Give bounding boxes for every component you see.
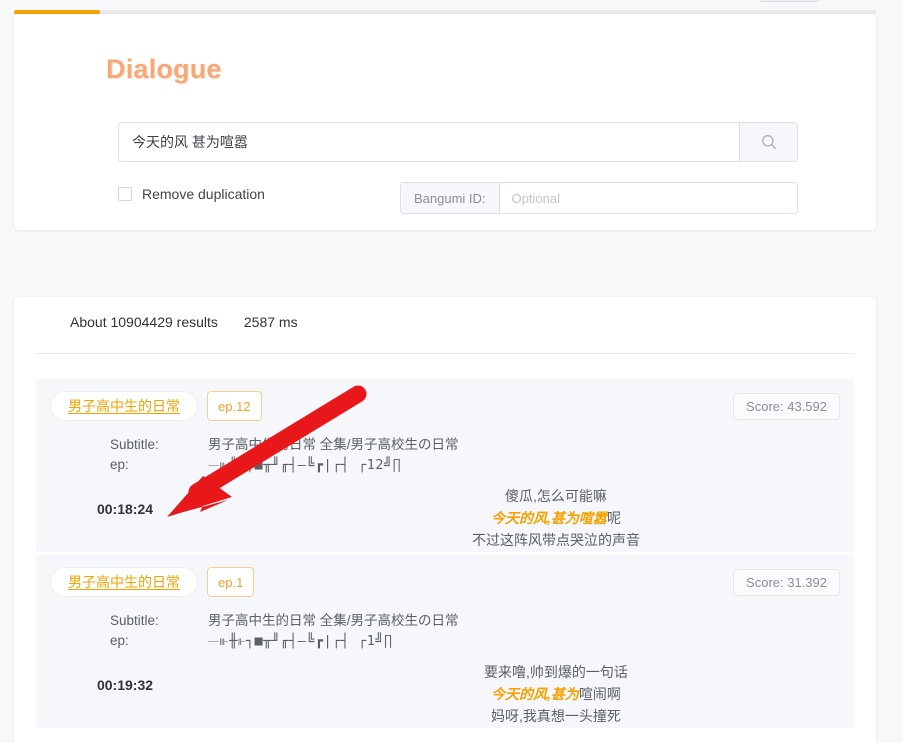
result-title-pill[interactable]: 男子高中生的日常: [50, 567, 198, 597]
result-item[interactable]: 男子高中生的日常 ep.1 Score: 31.392 Subtitle: ep…: [36, 555, 854, 728]
result-header: 男子高中生的日常 ep.12: [50, 391, 262, 421]
meta-key-subtitle: Subtitle:: [110, 613, 159, 628]
dialogue-highlight-tail: 呢: [606, 510, 621, 526]
search-options: Remove duplication Bangumi ID:: [118, 182, 798, 214]
dialogue-highlight-tail: 喧闹啊: [578, 686, 621, 702]
dialogue-line-match: 今天的风,甚为喧嚣呢: [406, 507, 706, 529]
dialogue-line-after: 妈呀,我真想一头撞死: [491, 708, 621, 724]
results-time: 2587 ms: [243, 314, 298, 330]
result-timecode[interactable]: 00:18:24: [50, 501, 200, 517]
meta-value-subtitle: 男子高中生的日常 全集/男子高校生の日常: [208, 437, 459, 452]
result-title-link[interactable]: 男子高中生的日常: [68, 396, 180, 416]
app-root: Dialogue Remove duplication Bangumi ID:: [0, 0, 903, 743]
dialogue-highlight: 今天的风,甚为喧嚣: [491, 510, 607, 526]
search-button[interactable]: [739, 123, 797, 161]
results-panel: About 10904429 results 2587 ms 男子高中生的日常 …: [14, 297, 876, 743]
dialogue-line-after: 不过这阵风带点哭泣的声音: [472, 532, 640, 548]
score-badge: Score: 31.392: [733, 569, 840, 596]
bangumi-id-group: Bangumi ID:: [400, 182, 798, 214]
search-panel: Dialogue Remove duplication Bangumi ID:: [14, 14, 876, 230]
dialogue-highlight: 今天的风,甚为: [491, 686, 579, 702]
dialogue-line-match: 今天的风,甚为喧闹啊: [406, 683, 706, 705]
page-title: Dialogue: [106, 54, 222, 84]
result-timecode[interactable]: 00:19:32: [50, 677, 200, 693]
dialogue-line-before: 傻瓜,怎么可能嘛: [505, 488, 607, 504]
result-title-link[interactable]: 男子高中生的日常: [68, 572, 180, 592]
meta-value-ep: ⏤⊪╫⊩┐■╥╜╓┤—╚┏|┌┤ ┌12╝∏: [208, 457, 402, 473]
toolbar-button[interactable]: [759, 0, 819, 2]
score-badge: Score: 43.592: [733, 393, 840, 420]
episode-badge: ep.1: [207, 567, 255, 597]
result-meta: Subtitle: ep: 男子高中生的日常 全集/男子高校生の日常 ⏤⊪╫⊩┐…: [110, 611, 459, 651]
dialogue-line-before: 要来噜,帅到爆的一句话: [484, 664, 628, 680]
result-header: 男子高中生的日常 ep.1: [50, 567, 255, 597]
bangumi-id-input[interactable]: [499, 183, 797, 213]
checkbox-box[interactable]: [118, 187, 132, 201]
result-meta: Subtitle: ep: 男子高中生的日常 全集/男子高校生の日常 ⏤⊪╫⊩┐…: [110, 435, 459, 475]
results-count: About 10904429 results: [70, 314, 218, 330]
search-bar: [118, 122, 798, 162]
episode-badge: ep.12: [207, 391, 262, 421]
remove-duplication-checkbox[interactable]: Remove duplication: [118, 186, 265, 202]
meta-key-ep: ep:: [110, 457, 129, 472]
meta-value-subtitle: 男子高中生的日常 全集/男子高校生の日常: [208, 613, 459, 628]
meta-key-subtitle: Subtitle:: [110, 437, 159, 452]
result-item[interactable]: 男子高中生的日常 ep.12 Score: 43.592 Subtitle: e…: [36, 379, 854, 552]
search-icon: [761, 134, 777, 150]
meta-keys: Subtitle: ep:: [110, 435, 208, 475]
results-meta: About 10904429 results 2587 ms: [70, 314, 298, 330]
dialogue-lines: 傻瓜,怎么可能嘛 今天的风,甚为喧嚣呢 不过这阵风带点哭泣的声音: [406, 485, 706, 551]
search-input[interactable]: [119, 123, 739, 161]
remove-duplication-label: Remove duplication: [142, 186, 265, 202]
result-title-pill[interactable]: 男子高中生的日常: [50, 391, 198, 421]
bangumi-id-label: Bangumi ID:: [401, 183, 500, 213]
divider: [36, 353, 854, 354]
meta-value-ep: ⏤⊪╫⊩┐■╥╜╓┤—╚┏|┌┤ ┌1╝∏: [208, 633, 393, 649]
meta-key-ep: ep:: [110, 633, 129, 648]
dialogue-lines: 要来噜,帅到爆的一句话 今天的风,甚为喧闹啊 妈呀,我真想一头撞死: [406, 661, 706, 727]
meta-values: 男子高中生的日常 全集/男子高校生の日常 ⏤⊪╫⊩┐■╥╜╓┤—╚┏|┌┤ ┌1…: [208, 611, 459, 651]
meta-values: 男子高中生的日常 全集/男子高校生の日常 ⏤⊪╫⊩┐■╥╜╓┤—╚┏|┌┤ ┌1…: [208, 435, 459, 475]
meta-keys: Subtitle: ep:: [110, 611, 208, 651]
